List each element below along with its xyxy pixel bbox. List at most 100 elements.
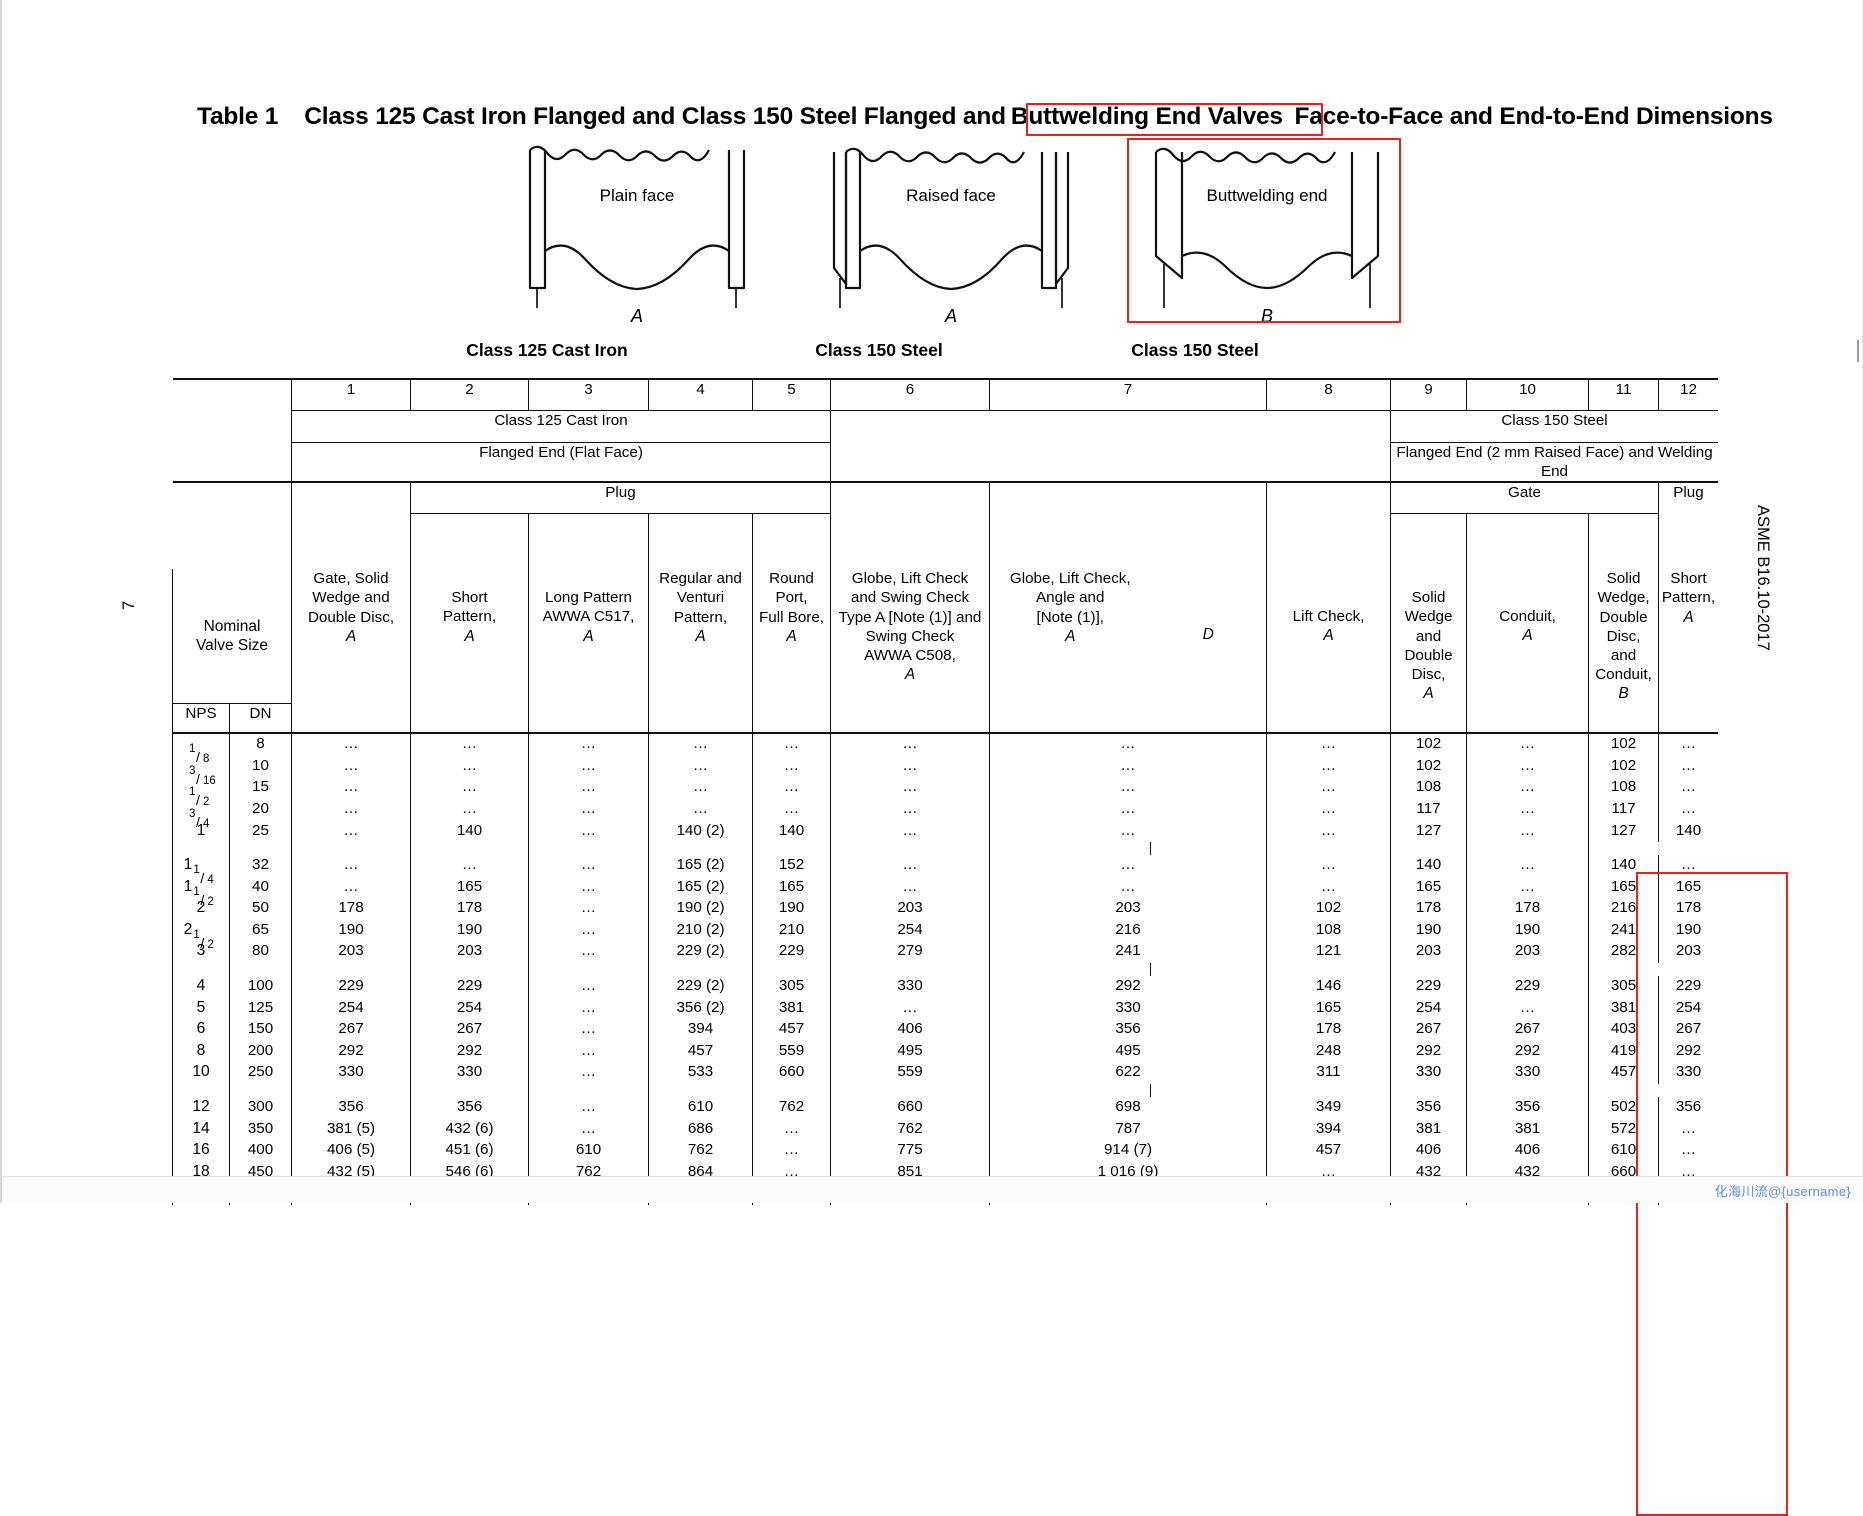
cell-col-8: 311 (1266, 1062, 1392, 1085)
cell-col-12: 292 (1675, 1041, 1702, 1059)
cell-col-1: 330 (291, 1062, 411, 1085)
cell-col-7: … (989, 820, 1268, 843)
header-dn: DN (229, 703, 292, 735)
cell-col-1: … (291, 876, 411, 899)
cell-dn: 200 (229, 1040, 292, 1063)
cell-col-4: 762 (648, 1140, 753, 1162)
spacer-cell (1150, 1084, 1268, 1098)
spacer-cell (648, 963, 753, 977)
cell-col-6: 775 (830, 1140, 990, 1162)
table-row: 1 25… 140… 140 (2) 140……… 127… 127 140 (172, 820, 1719, 843)
cell-nps: 8 (172, 1040, 230, 1063)
cell-col-5: 660 (752, 1062, 831, 1085)
h11-l1: Solid Wedge, (1597, 570, 1650, 607)
cell-col-8: 165 (1266, 997, 1392, 1020)
h8-dim: A (1323, 627, 1334, 645)
spacer-cell (1266, 842, 1392, 856)
valve-figure-raised-face: Raised face A (826, 138, 1076, 326)
cell-col-1: … (291, 733, 411, 756)
cell-col-5: … (752, 777, 831, 799)
table-row: 3 80 203 203… 229 (2) 229 279 241 121 203 203 282 20… (172, 941, 1719, 964)
cell-col-6: … (830, 777, 990, 799)
material-band-steel: Class 150 Steel (1390, 410, 1718, 443)
cell-col-9: 330 (1390, 1062, 1468, 1085)
h12-dim: A (1683, 608, 1694, 626)
cell-col-11: 117 (1588, 798, 1660, 821)
scroll-indicator[interactable] (1857, 340, 1859, 362)
cell-col-11: 140 (1588, 855, 1660, 877)
h11-dim: B (1618, 685, 1629, 703)
header-col-7a: Globe, Lift Check, Angle and [Note (1)],… (990, 569, 1151, 703)
h4-dim: A (695, 627, 706, 645)
cell-nps: 1/2 (172, 777, 230, 808)
cell-col-5: 210 (752, 919, 831, 942)
cell-col-5: … (752, 1140, 831, 1162)
cell-col-10: … (1466, 997, 1590, 1020)
table-row-end-band: Flanged End (Flat Face) Flanged End (2 m… (173, 442, 1718, 483)
cell-col-4: … (648, 755, 753, 778)
cell-col-10: 356 (1466, 1097, 1590, 1119)
dimensions-table: 1 2 3 4 5 6 7 8 9 10 11 12 Class 125 Cas… (172, 378, 1788, 1516)
cell-col-8: … (1266, 855, 1392, 877)
cell-col-4: 533 (648, 1062, 753, 1085)
spacer-cell (648, 1084, 753, 1098)
cell-col-7: 622 (989, 1062, 1268, 1085)
cell-col-5: 152 (752, 855, 831, 877)
cell-col-6: 254 (830, 919, 990, 942)
end-band-flat-face: Flanged End (Flat Face) (291, 442, 831, 483)
cell-col-12: 140 (1675, 821, 1702, 839)
h1-l3: Double Disc, (307, 608, 395, 626)
cell-col-9: 406 (1390, 1140, 1468, 1162)
cell-col-1: 203 (291, 941, 411, 964)
cell-col-11: 381 (1588, 997, 1660, 1020)
table-row-spacer (172, 1084, 1719, 1098)
cell-dn: 20 (229, 798, 292, 821)
figure-highlight-box (1127, 138, 1401, 323)
table-row-group-band: Plug Gate Plug (172, 481, 1718, 570)
cell-col-12: … (1680, 735, 1697, 753)
cell-col-2: … (410, 855, 529, 877)
cell-col-4: 165 (2) (648, 876, 753, 899)
table-row: 3/4 20…………………… 117… 117… (172, 798, 1719, 829)
cell-col-7: 292 (989, 976, 1268, 998)
cell-col-2: 356 (410, 1097, 529, 1119)
col-number-12: 12 (1658, 378, 1718, 411)
spacer-cell (172, 842, 230, 856)
cell-col-8: … (1266, 798, 1392, 821)
cell-col-3: … (528, 1040, 649, 1063)
table-row: 1 1/2 40… 165… 165 (2) 165……… 165… 165 165 (172, 876, 1719, 907)
cell-col-10: 381 (1466, 1118, 1590, 1141)
cell-col-2: … (410, 733, 529, 756)
cell-col-9: 165 (1390, 876, 1468, 899)
h7-l2: Angle and (1036, 589, 1105, 607)
cell-col-6: … (830, 855, 990, 877)
h3-l1: Long Pattern (545, 589, 632, 607)
valve-figure-plain-face: Plain face A (512, 138, 762, 326)
spacer-cell (1390, 1084, 1468, 1098)
cell-col-10: 229 (1466, 976, 1590, 998)
cell-col-11: 419 (1588, 1040, 1660, 1063)
cell-col-9: 356 (1390, 1097, 1468, 1119)
spacer-cell (410, 963, 529, 977)
cell-col-2: … (410, 777, 529, 799)
cell-col-4: 229 (2) (648, 941, 753, 964)
figure-dimension-letter: A (944, 306, 957, 326)
cell-col-11: 282 (1588, 941, 1660, 964)
cell-col-10: … (1466, 798, 1590, 821)
cell-col-3: … (528, 1019, 649, 1041)
h7-l3: [Note (1)], (1036, 608, 1105, 626)
cell-col-3: … (528, 1118, 649, 1141)
cell-col-8: 248 (1266, 1040, 1392, 1063)
cell-col-5: … (752, 755, 831, 778)
spacer-cell (1150, 842, 1268, 856)
cell-col-9: 267 (1390, 1019, 1468, 1041)
h5-l2: Port, (775, 589, 808, 607)
cell-col-3: … (528, 876, 649, 899)
cell-col-3: … (528, 733, 649, 756)
h6-dim: A (904, 665, 916, 683)
cell-col-7: 698 (989, 1097, 1268, 1119)
table-row: 4 100 229 229… 229 (2) 305 330 292 146 229 229 305 2… (172, 976, 1719, 998)
spacer-cell (528, 963, 649, 977)
cell-col-4: 356 (2) (648, 997, 753, 1020)
spacer-cell (1266, 1084, 1392, 1098)
